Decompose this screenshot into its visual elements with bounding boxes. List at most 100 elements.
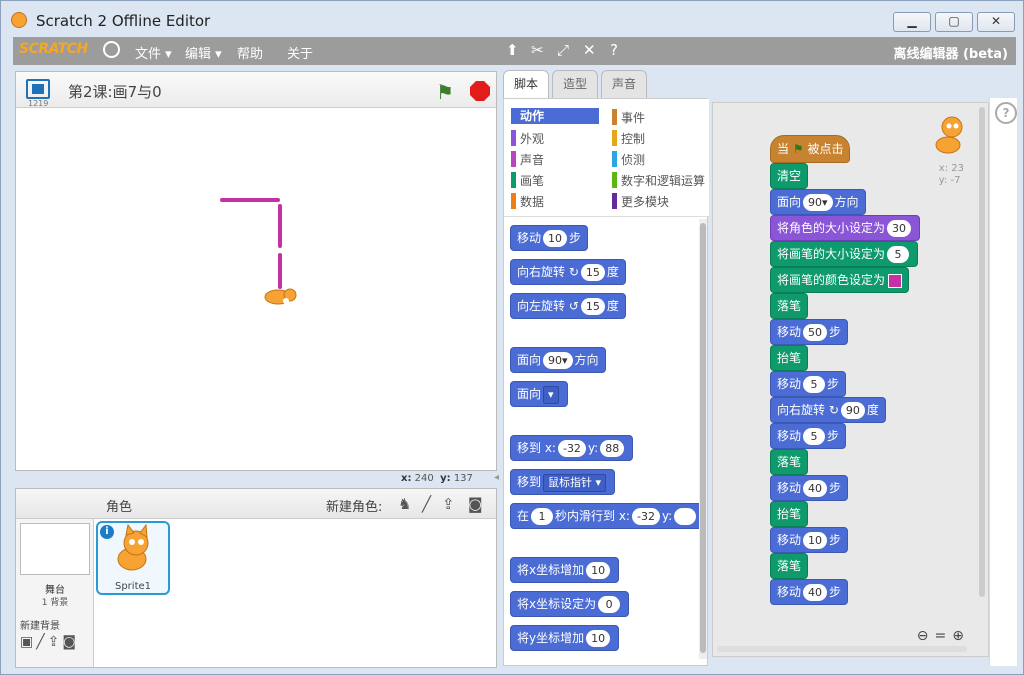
block-pen-down[interactable]: 落笔	[770, 293, 809, 319]
block-set-size[interactable]: 将角色的大小设定为 30	[770, 215, 921, 241]
stop-icon[interactable]	[470, 81, 490, 101]
menu-edit[interactable]: 编辑 ▾	[185, 43, 222, 62]
sprite-library-icon[interactable]: ♞	[398, 495, 411, 513]
number-input[interactable]: 90	[840, 402, 865, 419]
menu-about[interactable]: 关于	[287, 43, 313, 62]
target-dropdown[interactable]: ▾	[543, 385, 559, 404]
menu-file[interactable]: 文件 ▾	[135, 43, 172, 62]
stage-thumbnail[interactable]	[20, 523, 90, 575]
number-input[interactable]: -32	[631, 508, 660, 525]
number-input[interactable]: 10	[543, 230, 568, 247]
number-input[interactable]: 5	[887, 246, 910, 263]
collapse-arrow-icon[interactable]: ◂	[494, 472, 499, 483]
number-input[interactable]: 40	[803, 480, 828, 497]
paint-icon[interactable]: ╱	[36, 634, 47, 650]
zoom-reset-icon[interactable]: =	[935, 628, 953, 644]
block-move-steps[interactable]: 移动 5 步	[770, 423, 847, 449]
maximize-button[interactable]: ▢	[935, 12, 973, 32]
block-turn-right[interactable]: 向右旋转 ↻ 90 度	[770, 397, 886, 423]
number-input[interactable]: 15	[580, 298, 605, 315]
number-input[interactable]: 90▾	[543, 352, 573, 369]
number-input[interactable]: 10	[586, 630, 611, 647]
block-pen-down[interactable]: 落笔	[770, 449, 809, 475]
number-input[interactable]: 5	[803, 428, 826, 445]
number-input[interactable]: 40	[803, 584, 828, 601]
category-more-blocks[interactable]: 更多模块	[612, 193, 669, 210]
block-point-towards[interactable]: 面向 ▾	[510, 381, 568, 407]
block-set-x[interactable]: 将x坐标设定为 0	[510, 591, 630, 617]
zoom-out-icon[interactable]: ⊖	[917, 628, 935, 644]
block-turn-left[interactable]: 向左旋转 ↺ 15 度	[510, 293, 626, 319]
block-goto[interactable]: 移到 鼠标指针 ▾	[510, 469, 616, 495]
block-goto-xy[interactable]: 移到 x: -32 y: 88	[510, 435, 634, 461]
block-pen-up[interactable]: 抬笔	[770, 501, 809, 527]
image-icon[interactable]: ▣	[20, 634, 36, 650]
delete-icon[interactable]: ✂	[531, 41, 544, 59]
sprite-thumbnail[interactable]: i Sprite1	[96, 521, 170, 595]
number-input[interactable]: 30	[887, 220, 912, 237]
minimize-button[interactable]: ▁	[893, 12, 931, 32]
block-glide[interactable]: 在 1 秒内滑行到 x: -32 y:	[510, 503, 706, 529]
block-point-direction[interactable]: 面向 90▾ 方向	[770, 189, 866, 215]
block-pen-down[interactable]: 落笔	[770, 553, 809, 579]
block-when-flag-clicked[interactable]: 当 ⚑ 被点击	[770, 135, 851, 163]
menu-help[interactable]: 帮助	[237, 43, 263, 62]
help-icon[interactable]: ?	[995, 102, 1017, 124]
category-looks[interactable]: 外观	[511, 130, 544, 147]
number-input[interactable]: 5	[803, 376, 826, 393]
category-control[interactable]: 控制	[612, 130, 645, 147]
globe-icon[interactable]	[103, 41, 120, 58]
tab-costumes[interactable]: 造型	[552, 70, 598, 98]
block-clear[interactable]: 清空	[770, 163, 809, 189]
stage-canvas[interactable]	[16, 109, 496, 470]
camera-icon[interactable]: ◙	[62, 634, 79, 650]
paint-brush-icon[interactable]: ╱	[422, 495, 431, 513]
number-input[interactable]	[674, 508, 697, 525]
block-move-steps[interactable]: 移动 50 步	[770, 319, 849, 345]
grow-icon[interactable]: ⤢	[557, 41, 569, 59]
block-point-direction[interactable]: 面向 90▾ 方向	[510, 347, 606, 373]
number-input[interactable]: 50	[803, 324, 828, 341]
target-dropdown[interactable]: 鼠标指针 ▾	[543, 473, 607, 492]
fullscreen-icon[interactable]	[26, 79, 50, 99]
number-input[interactable]: 88	[600, 440, 625, 457]
number-input[interactable]: 10	[803, 532, 828, 549]
block-change-x[interactable]: 将x坐标增加 10	[510, 557, 620, 583]
close-button[interactable]: ✕	[977, 12, 1015, 32]
tab-sounds[interactable]: 声音	[601, 70, 647, 98]
scroll-thumb[interactable]	[700, 223, 706, 653]
number-input[interactable]: 10	[586, 562, 611, 579]
block-turn-right[interactable]: 向右旋转 ↻ 15 度	[510, 259, 626, 285]
block-help-icon[interactable]: ?	[610, 41, 618, 59]
number-input[interactable]: -32	[557, 440, 586, 457]
duplicate-icon[interactable]: ⬆	[506, 41, 519, 59]
category-operators[interactable]: 数字和逻辑运算	[612, 172, 705, 189]
category-pen[interactable]: 画笔	[511, 172, 544, 189]
info-icon[interactable]: i	[100, 525, 114, 539]
script-vscrollbar[interactable]	[979, 107, 985, 597]
block-move-steps[interactable]: 移动 40 步	[770, 579, 849, 605]
script-hscrollbar[interactable]	[717, 646, 967, 652]
script-area[interactable]: x: 23 y: -7 当 ⚑ 被点击 清空 面向 90▾ 方向 将角色的大小设定为 3…	[712, 102, 989, 657]
camera-icon[interactable]: ◙	[468, 495, 483, 513]
category-sensing[interactable]: 侦测	[612, 151, 645, 168]
shrink-icon[interactable]: ✕	[583, 41, 596, 59]
block-set-pen-color[interactable]: 将画笔的颜色设定为	[770, 267, 910, 293]
category-data[interactable]: 数据	[511, 193, 544, 210]
number-input[interactable]: 1	[531, 508, 554, 525]
block-move-steps[interactable]: 移动 5 步	[770, 371, 847, 397]
number-input[interactable]: 15	[580, 264, 605, 281]
category-motion[interactable]: 动作	[511, 108, 599, 124]
cat-sprite[interactable]	[264, 288, 297, 305]
category-events[interactable]: 事件	[612, 109, 645, 126]
upload-icon[interactable]: ⇪	[442, 495, 455, 513]
zoom-in-icon[interactable]: ⊕	[952, 628, 970, 644]
block-move-steps[interactable]: 移动 10 步	[770, 527, 849, 553]
block-move-steps[interactable]: 移动 10 步	[510, 225, 589, 251]
block-change-y[interactable]: 将y坐标增加 10	[510, 625, 620, 651]
number-input[interactable]: 90▾	[803, 194, 833, 211]
color-swatch[interactable]	[888, 273, 903, 288]
category-sound[interactable]: 声音	[511, 151, 544, 168]
block-move-steps[interactable]: 移动 40 步	[770, 475, 849, 501]
palette-scrollbar[interactable]	[699, 219, 707, 659]
